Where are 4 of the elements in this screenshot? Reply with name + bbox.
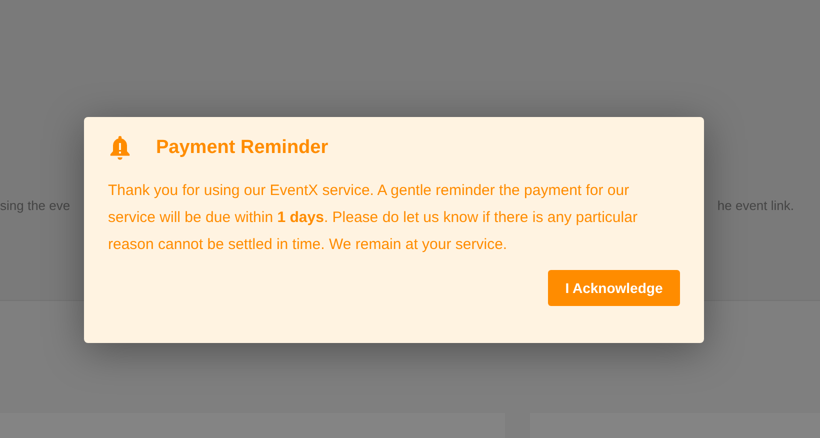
dialog-message: Thank you for using our EventX service. A gentle reminder the payment for our service will be due within 1 days. Please do let us know if there is any particular reason cannot be settled in time. We remain at your service. xyxy=(108,181,638,255)
dialog-title: Payment Reminder xyxy=(156,137,328,159)
bell-icon xyxy=(108,135,132,161)
acknowledge-button[interactable]: I Acknowledge xyxy=(548,270,680,306)
